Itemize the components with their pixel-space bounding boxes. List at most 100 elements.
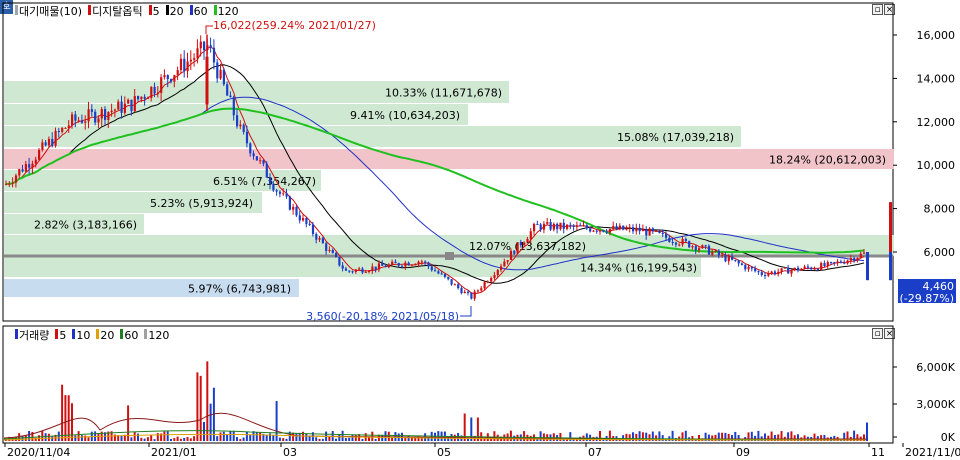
candle-body [737, 260, 740, 264]
volume-bar [338, 434, 341, 441]
candle-body [384, 265, 387, 268]
candle-body [31, 163, 34, 168]
candle-body [226, 84, 229, 96]
candle-body [18, 169, 21, 176]
candle-body [473, 291, 476, 299]
candle-body [295, 206, 298, 216]
candle-body [546, 222, 549, 224]
candle-body [305, 218, 308, 224]
candle-body [760, 272, 763, 275]
price-tag-change: (-29.87%) [900, 292, 955, 305]
candle-body [275, 190, 278, 192]
chart-canvas[interactable]: 10.33% (11,671,678) 9.41% (10,634,203) 15.… [0, 0, 960, 460]
volume-bar [216, 436, 219, 441]
volume-bar [315, 437, 318, 441]
candle-body [843, 262, 846, 264]
volume-bar [259, 432, 262, 441]
candle-body [625, 228, 628, 230]
candle-body [500, 266, 503, 270]
candle-body [599, 230, 602, 232]
price-ytick-label: 16,000 [917, 29, 956, 42]
candle-body [44, 142, 47, 146]
volume-bar [298, 432, 301, 441]
candle-body [668, 237, 671, 242]
candle-body [146, 97, 150, 99]
volume-bar [87, 437, 90, 441]
candle-body [856, 257, 859, 261]
candle-body [90, 109, 93, 112]
candle-body [691, 246, 694, 248]
candle-body [34, 159, 37, 164]
candle-body [140, 96, 143, 100]
candle-body [170, 79, 173, 82]
candle-body [770, 271, 773, 274]
volume-bar [146, 437, 149, 441]
candle-body [179, 58, 183, 71]
candle-body [348, 270, 351, 272]
candle-body [252, 153, 255, 157]
volume-bar [509, 430, 512, 441]
candle-body [374, 266, 377, 270]
candle-body [404, 262, 407, 267]
candle-body [443, 274, 447, 277]
high-annotation-arrow [205, 25, 213, 34]
candle-body [764, 274, 767, 276]
candle-body [747, 266, 750, 270]
volume-bar [47, 433, 50, 441]
candle-body [14, 175, 18, 183]
volume-bar [209, 403, 212, 441]
candle-body [533, 224, 536, 232]
candle-body [437, 271, 440, 274]
volume-bar [490, 438, 493, 441]
candle-body [41, 142, 44, 150]
volume-bar [80, 435, 83, 441]
candle-body [440, 273, 443, 275]
candle-body [648, 228, 651, 236]
candle-body [401, 265, 404, 267]
volume-bar [420, 438, 423, 441]
candle-body [572, 225, 575, 227]
candle-body [605, 231, 608, 233]
candle-body [678, 244, 681, 246]
candle-body [427, 262, 430, 267]
candle-body [229, 95, 232, 98]
volume-bar [321, 438, 324, 441]
candle-body [430, 266, 433, 271]
candle-body [519, 242, 522, 245]
candle-body [836, 261, 839, 263]
volume-bar [143, 438, 146, 441]
volume-profile-label: 14.34% (16,199,543) [580, 262, 697, 275]
volume-profile: 10.33% (11,671,678) 9.41% (10,634,203) 15.… [4, 81, 894, 297]
candle-body [133, 96, 136, 112]
volume-ytick-label: 0K [941, 431, 956, 444]
volume-bar [265, 435, 268, 441]
candle-body [727, 256, 730, 262]
price-ytick-label: 10,000 [917, 159, 956, 172]
candle-body [790, 270, 793, 274]
candle-body [711, 251, 714, 255]
volume-bar [344, 438, 347, 441]
candle-body [222, 69, 225, 85]
xaxis-label: 2020/11/04 [7, 446, 70, 459]
xaxis-label: 2021/01 [151, 446, 197, 459]
candle-body [806, 266, 810, 268]
candle-body [391, 261, 394, 265]
candle-body [688, 241, 691, 248]
candle-body [21, 169, 24, 172]
volume-bar [242, 437, 245, 441]
candle-body [282, 193, 285, 195]
candle-body [797, 267, 800, 271]
candle-body [67, 125, 70, 128]
volume-bar [328, 436, 331, 441]
candle-body [262, 160, 265, 164]
candle-body [143, 96, 146, 99]
candle-body [552, 223, 555, 230]
price-ytick-label: 12,000 [917, 116, 956, 129]
volume-bar [318, 438, 321, 441]
price-ytick-label: 6,000 [924, 246, 956, 259]
candle-body [467, 291, 470, 293]
candle-body [628, 227, 631, 229]
candle-body [308, 223, 311, 225]
candle-body [272, 183, 275, 191]
stock-chart-window: 호 대기매물(10) 디지탈옵틱 5 20 60 120 ▫ × 거래량 5 10 20 60 12… [0, 0, 960, 460]
